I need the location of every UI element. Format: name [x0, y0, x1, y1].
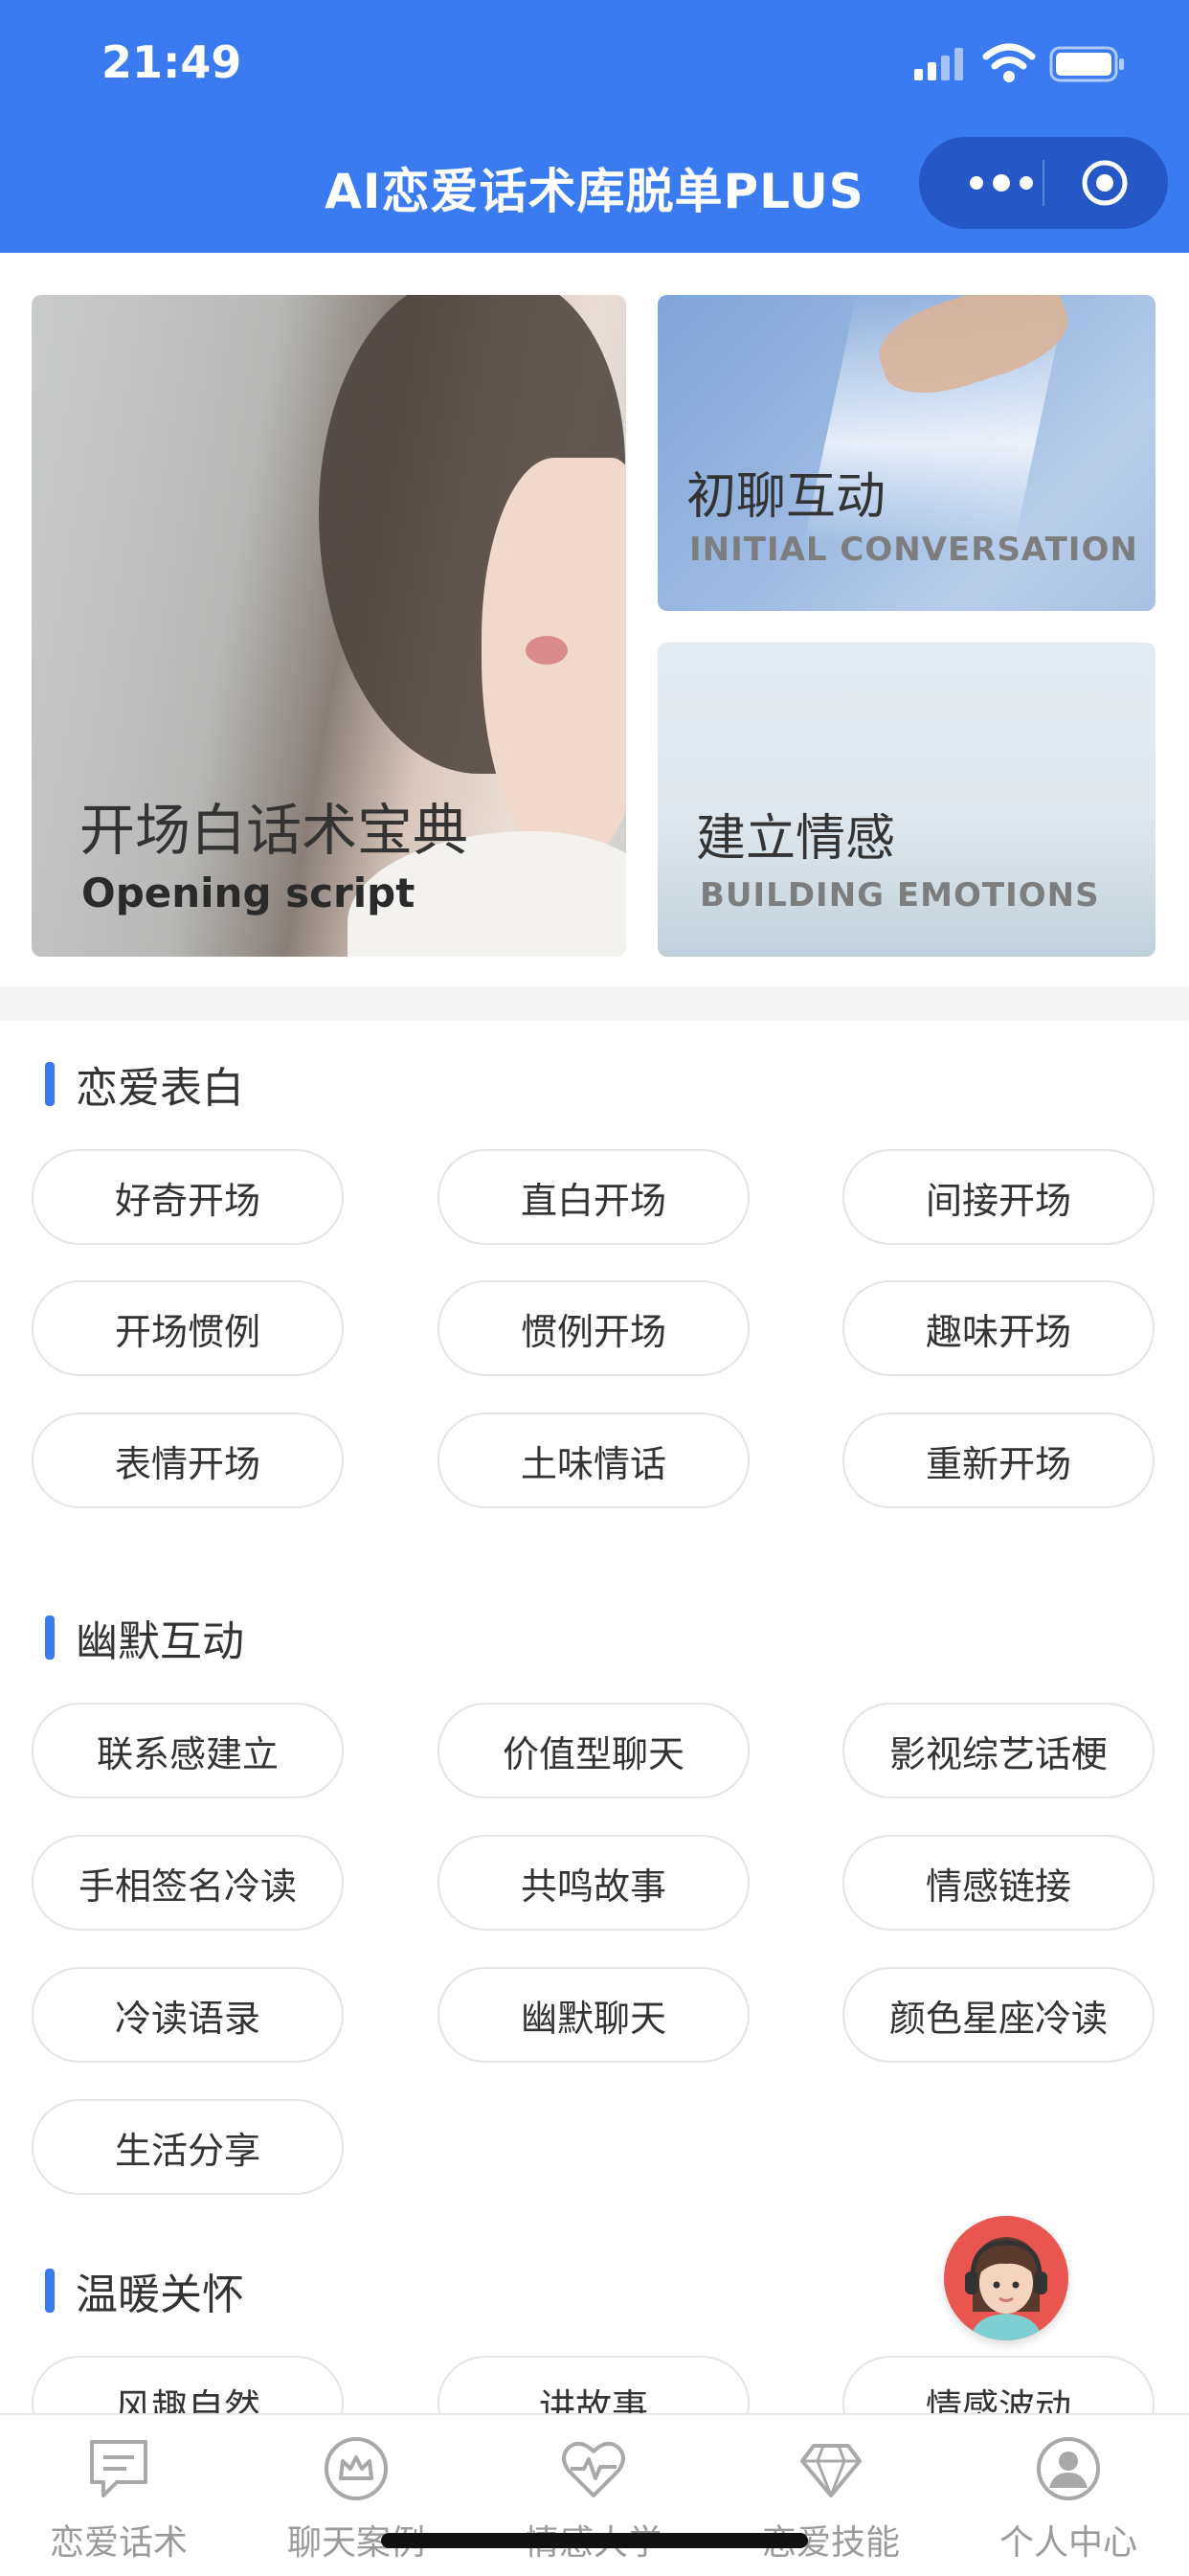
tag-button[interactable]: 表情开场 — [32, 1412, 344, 1508]
tag-button[interactable]: 开场惯例 — [32, 1280, 344, 1376]
section-label: 恋爱表白 — [76, 1064, 244, 1113]
user-icon — [1037, 2437, 1100, 2500]
banner-title: 开场白话术宝典 — [79, 798, 469, 863]
more-dot-icon — [993, 174, 1010, 192]
section-label: 温暖关怀 — [76, 2271, 244, 2319]
tag-button[interactable]: 价值型聊天 — [437, 1703, 750, 1798]
banner-title: 建立情感 — [696, 810, 896, 868]
cellular-signal-icon — [914, 48, 963, 80]
section-separator — [0, 986, 1189, 1021]
section-title: 幽默互动 — [45, 1615, 244, 1666]
banner-subtitle: BUILDING EMOTIONS — [700, 876, 1100, 915]
banner-building-emotions[interactable]: 建立情感 BUILDING EMOTIONS — [658, 643, 1155, 957]
tag-button[interactable]: 土味情话 — [437, 1412, 750, 1508]
tag-button[interactable]: 影视综艺话梗 — [842, 1703, 1155, 1798]
section-title: 恋爱表白 — [45, 1061, 244, 1113]
banner-subtitle: INITIAL CONVERSATION — [689, 531, 1138, 569]
customer-service-button[interactable] — [944, 2216, 1068, 2340]
tag-button[interactable]: 生活分享 — [32, 2099, 344, 2195]
bottom-tab-bar: 恋爱话术 聊天案例 情感大学 恋爱技能 个人中心 — [0, 2413, 1189, 2576]
diamond-icon — [800, 2444, 862, 2497]
more-dot-icon — [970, 176, 983, 190]
tab-love-scripts[interactable]: 恋爱话术 — [0, 2415, 237, 2576]
crown-icon — [325, 2437, 388, 2500]
tag-button[interactable]: 情感链接 — [842, 1835, 1155, 1931]
tab-love-skills[interactable]: 恋爱技能 — [712, 2415, 950, 2576]
status-time: 21:49 — [101, 36, 242, 88]
wifi-icon — [982, 43, 1036, 82]
tab-emotion-university[interactable]: 情感大学 — [475, 2415, 712, 2576]
chat-bubble-icon — [90, 2440, 147, 2497]
banner-photo-lip — [526, 636, 568, 665]
tag-button[interactable]: 间接开场 — [842, 1149, 1155, 1245]
section-label: 幽默互动 — [76, 1617, 244, 1666]
section-title: 温暖关怀 — [45, 2268, 244, 2319]
section-accent-bar — [45, 1616, 55, 1660]
tag-button[interactable]: 冷读语录 — [32, 1967, 344, 2063]
tag-button[interactable]: 趣味开场 — [842, 1280, 1155, 1376]
banner-title: 初聊互动 — [686, 468, 886, 526]
tag-button[interactable]: 重新开场 — [842, 1412, 1155, 1508]
tag-button[interactable]: 联系感建立 — [32, 1703, 344, 1798]
miniprogram-capsule — [919, 137, 1168, 229]
section-accent-bar — [45, 1062, 55, 1106]
heartbeat-icon — [562, 2441, 625, 2497]
tag-button[interactable]: 颜色星座冷读 — [842, 1967, 1155, 2063]
tag-button[interactable]: 直白开场 — [437, 1149, 750, 1245]
battery-icon — [1049, 46, 1124, 82]
tab-chat-cases[interactable]: 聊天案例 — [237, 2415, 475, 2576]
more-options-button[interactable] — [953, 166, 1049, 200]
tab-personal-center[interactable]: 个人中心 — [950, 2415, 1187, 2576]
tag-button[interactable]: 共鸣故事 — [437, 1835, 750, 1931]
tag-button[interactable]: 手相签名冷读 — [32, 1835, 344, 1931]
capsule-divider — [1043, 160, 1044, 206]
header-bar: 21:49 AI恋爱话术库脱单PLUS — [0, 0, 1189, 253]
customer-service-agent-icon — [965, 2237, 1047, 2340]
tab-label: 恋爱话术 — [49, 2523, 188, 2563]
home-indicator[interactable] — [381, 2533, 808, 2548]
banner-subtitle: Opening script — [81, 870, 415, 916]
banner-initial-conversation[interactable]: 初聊互动 INITIAL CONVERSATION — [658, 295, 1155, 611]
tag-button[interactable]: 幽默聊天 — [437, 1967, 750, 2063]
tag-button[interactable]: 好奇开场 — [32, 1149, 344, 1245]
more-dot-icon — [1020, 176, 1033, 190]
tag-button[interactable]: 惯例开场 — [437, 1280, 750, 1376]
tab-label: 个人中心 — [998, 2523, 1137, 2563]
close-miniprogram-icon[interactable] — [1080, 158, 1130, 208]
section-accent-bar — [45, 2269, 55, 2313]
banner-opening-script[interactable]: 开场白话术宝典 Opening script — [32, 295, 626, 957]
